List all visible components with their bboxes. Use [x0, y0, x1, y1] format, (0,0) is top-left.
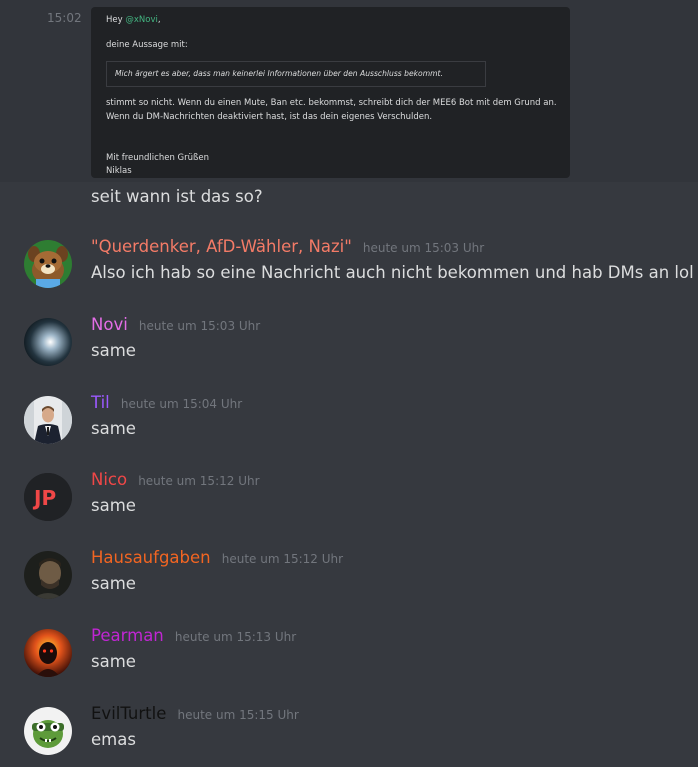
embed-quote-box: Mich ärgert es aber, dass man keinerlei … [106, 61, 486, 87]
message-text: same [91, 341, 136, 360]
turtle-avatar[interactable] [24, 707, 72, 755]
fire-character-avatar[interactable] [24, 629, 72, 677]
suit-man-avatar[interactable] [24, 396, 72, 444]
message-item: Til heute um 15:04 Uhr same [0, 393, 698, 453]
message-text: same [91, 496, 136, 515]
message-text: same [91, 574, 136, 593]
username[interactable]: EvilTurtle [91, 704, 166, 723]
embed-line-1: stimmt so nicht. Wenn du einen Mute, Ban… [106, 98, 557, 108]
embed-intro: deine Aussage mit: [106, 40, 188, 50]
message-timestamp: heute um 15:15 Uhr [177, 708, 299, 722]
message-timestamp: 15:02 [47, 11, 82, 25]
quoted-image-attachment[interactable]: Hey @xNovi, deine Aussage mit: Mich ärge… [91, 7, 570, 178]
message-text: seit wann ist das so? [91, 187, 263, 206]
message-timestamp: heute um 15:13 Uhr [174, 630, 297, 644]
message-text: emas [91, 730, 136, 749]
light-orb-avatar[interactable] [24, 318, 72, 366]
embed-closing: Mit freundlichen Grüßen [106, 153, 209, 163]
username[interactable]: Novi [91, 315, 128, 334]
message-text: Also ich hab so eine Nachricht auch nich… [91, 263, 694, 282]
username[interactable]: Pearman [91, 626, 164, 645]
username[interactable]: "Querdenker, AfD-Wähler, Nazi" [91, 237, 352, 256]
message-text: same [91, 652, 136, 671]
embed-signature: Niklas [106, 166, 132, 176]
message-item: Novi heute um 15:03 Uhr same [0, 315, 698, 375]
message-item: JP Nico heute um 15:12 Uhr same [0, 470, 698, 530]
message-timestamp: heute um 15:04 Uhr [120, 397, 243, 411]
message-item: Pearman heute um 15:13 Uhr same [0, 626, 698, 686]
message-timestamp: heute um 15:03 Uhr [138, 319, 261, 333]
embed-line-2: Wenn du DM-Nachrichten deaktiviert hast,… [106, 112, 433, 122]
message-timestamp: heute um 15:12 Uhr [221, 552, 344, 566]
message-timestamp: heute um 15:03 Uhr [362, 241, 485, 255]
embed-quote-text: Mich ärgert es aber, dass man keinerlei … [115, 69, 443, 78]
message-item: "Querdenker, AfD-Wähler, Nazi" heute um … [0, 237, 698, 297]
message-timestamp: heute um 15:12 Uhr [138, 474, 260, 488]
message-text: same [91, 419, 136, 438]
animal-avatar[interactable] [24, 240, 72, 288]
mention-link[interactable]: @xNovi [125, 15, 157, 25]
dark-portrait-avatar[interactable] [24, 551, 72, 599]
jp-logo-text: JP [32, 486, 56, 510]
message-item: Hausaufgaben heute um 15:12 Uhr same [0, 548, 698, 608]
jp-logo-avatar[interactable]: JP [24, 473, 72, 521]
message-item: EvilTurtle heute um 15:15 Uhr emas [0, 704, 698, 764]
username[interactable]: Nico [91, 470, 127, 489]
username[interactable]: Hausaufgaben [91, 548, 211, 567]
embed-greeting: Hey @xNovi, [106, 15, 161, 25]
username[interactable]: Til [91, 393, 110, 412]
